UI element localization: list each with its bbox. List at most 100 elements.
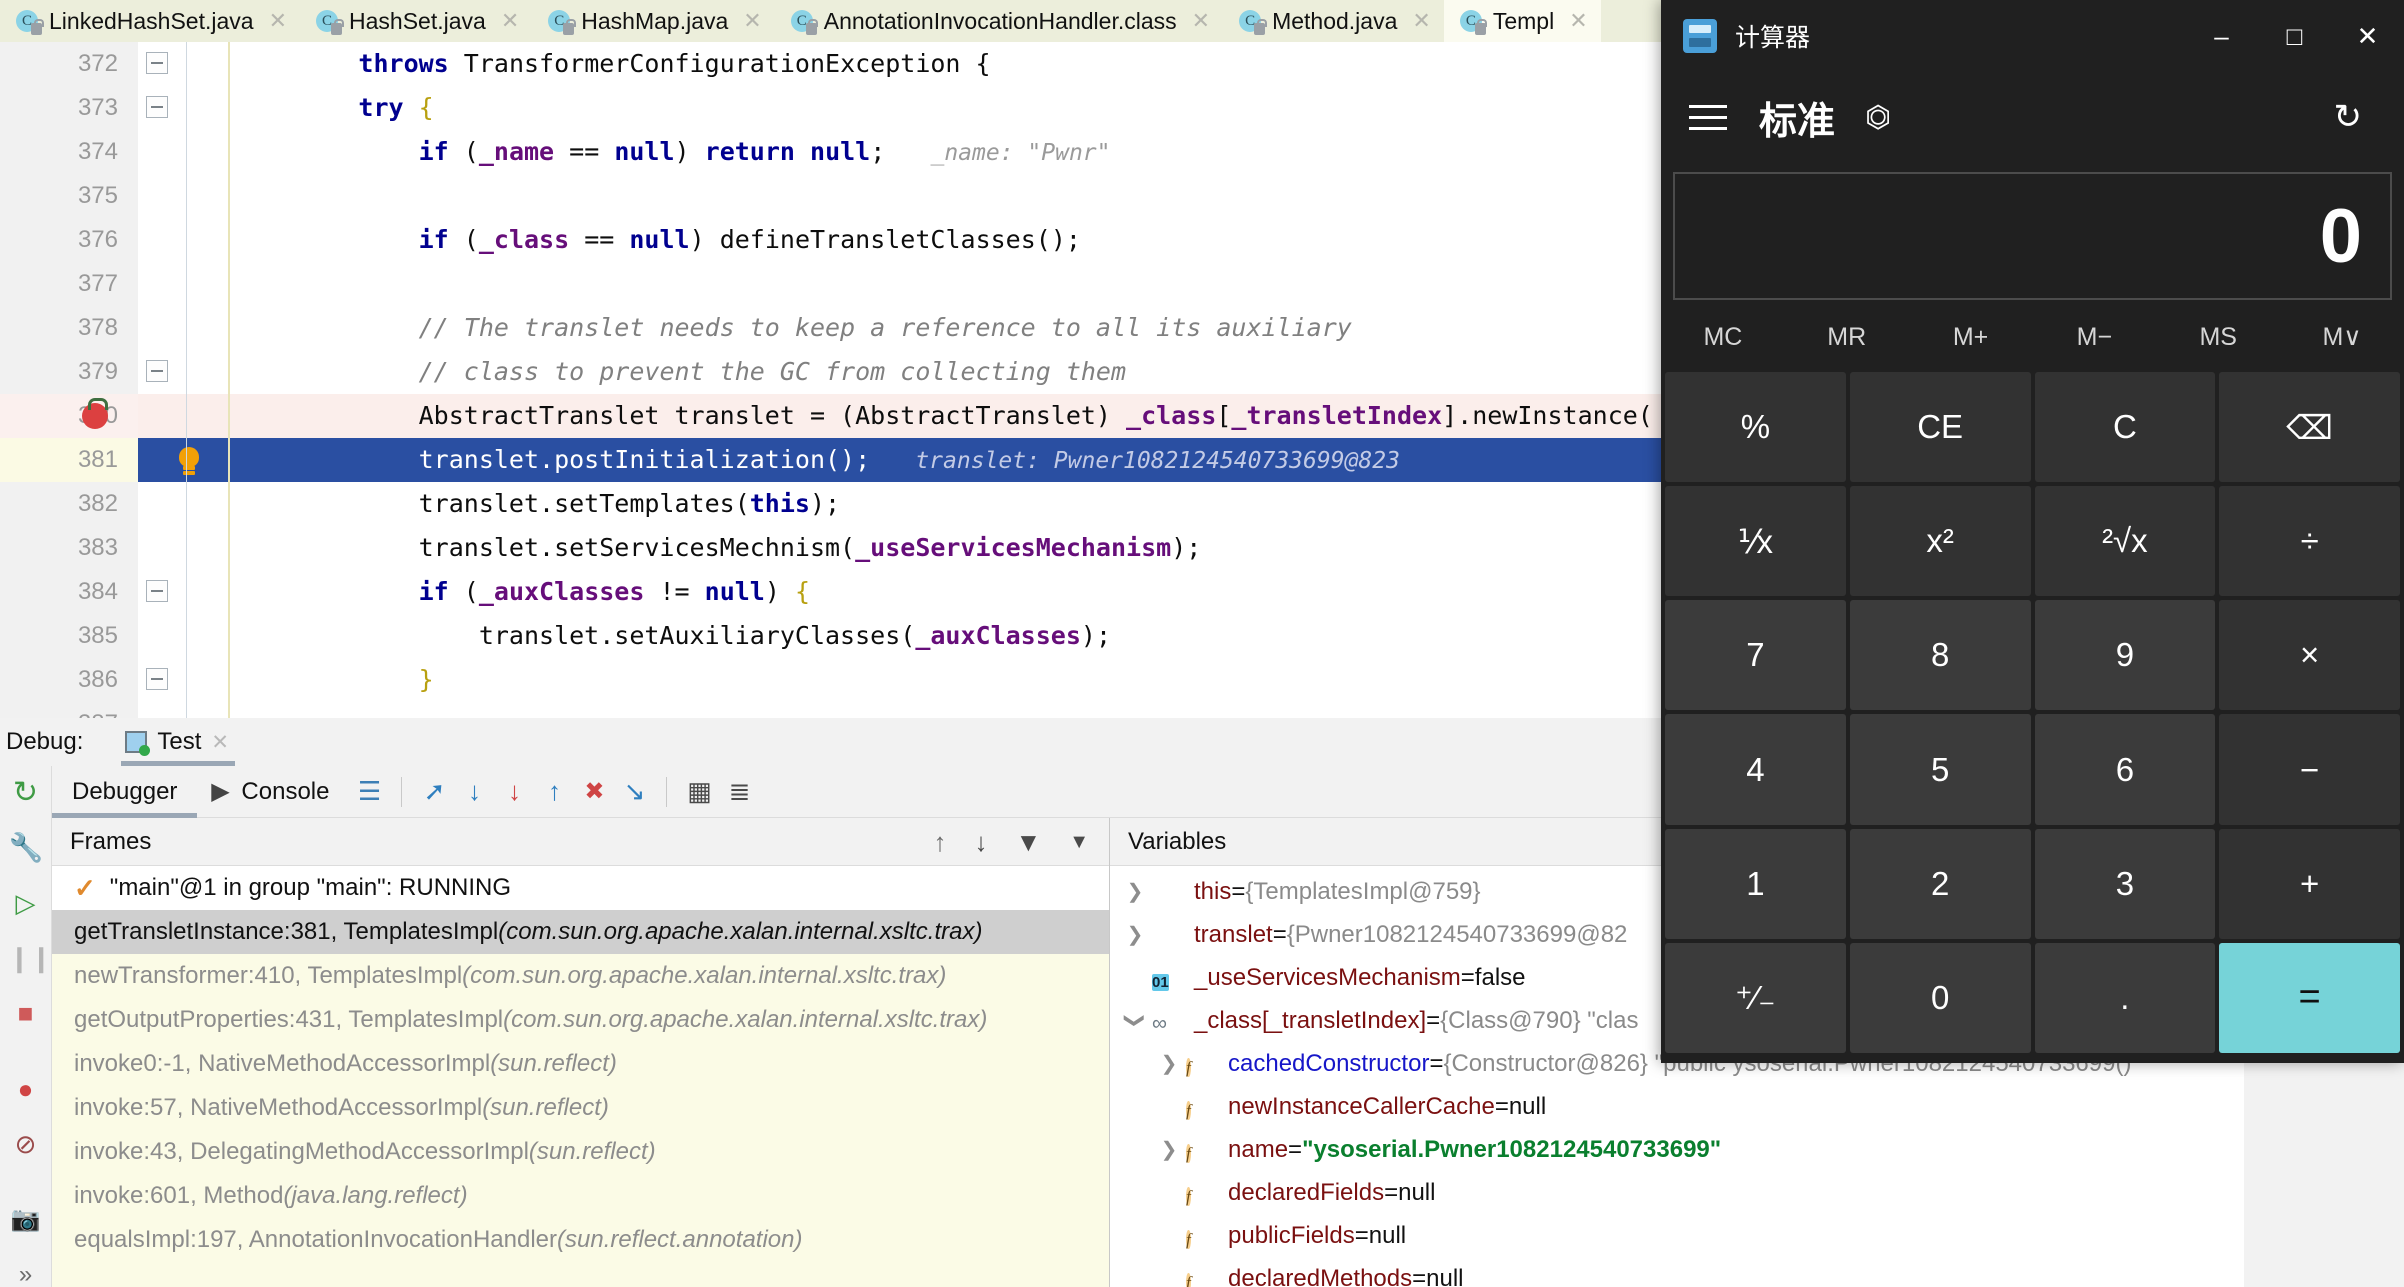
chevron-right-icon[interactable]: ❯ [1118, 879, 1152, 904]
key-reciprocal[interactable]: ⅟x [1665, 486, 1846, 597]
close-icon[interactable]: ✕ [269, 8, 287, 34]
key-two[interactable]: 2 [1849, 828, 2031, 939]
key-six[interactable]: 6 [2034, 714, 2216, 825]
key-eight[interactable]: 8 [1849, 600, 2031, 711]
fold-column[interactable] [138, 482, 186, 526]
key-clear[interactable]: C [2034, 372, 2216, 483]
history-icon[interactable]: ↻ [2334, 97, 2363, 137]
fold-marker-icon[interactable] [146, 360, 168, 382]
fold-column[interactable] [138, 350, 186, 394]
minimize-button[interactable]: – [2185, 0, 2258, 72]
frame-row[interactable]: invoke0:-1, NativeMethodAccessorImpl (su… [52, 1042, 1109, 1086]
key-divide[interactable]: ÷ [2219, 486, 2400, 597]
fold-marker-icon[interactable] [146, 52, 168, 74]
fold-marker-icon[interactable] [146, 96, 168, 118]
fold-column[interactable] [138, 262, 186, 306]
editor-tab-2[interactable]: C HashMap.java ✕ [532, 0, 774, 42]
close-icon[interactable]: ✕ [1192, 8, 1210, 34]
key-three[interactable]: 3 [2034, 828, 2216, 939]
fold-column[interactable] [138, 218, 186, 262]
frame-row[interactable]: equalsImpl:197, AnnotationInvocationHand… [52, 1218, 1109, 1262]
memory-button-mc[interactable]: MC [1661, 323, 1785, 352]
fold-column[interactable] [138, 570, 186, 614]
memory-button-mr[interactable]: MR [1785, 323, 1909, 352]
variable-row[interactable]: ❯ f name = "ysoserial.Pwner108212454073369… [1110, 1128, 2244, 1171]
tab-console[interactable]: Console [237, 766, 349, 818]
down-arrow-icon[interactable]: ↓ [974, 827, 987, 858]
key-five[interactable]: 5 [1849, 714, 2031, 825]
memory-buttons-row[interactable]: MC MR M+ M− MS M∨ [1661, 306, 2404, 368]
pause-icon[interactable]: ❙❙ [9, 941, 53, 975]
drop-frame-icon[interactable]: ✖ [574, 766, 614, 818]
frames-controls[interactable]: ↑ ↓ ▼ ▼ [933, 818, 1089, 866]
memory-button-m[interactable]: M∨ [2280, 322, 2404, 352]
fold-column[interactable] [138, 130, 186, 174]
close-icon[interactable]: ✕ [743, 8, 761, 34]
frame-row[interactable]: newTransformer:410, TemplatesImpl (com.s… [52, 954, 1109, 998]
hamburger-menu-icon[interactable] [1689, 103, 1727, 131]
key-multiply[interactable]: × [2219, 600, 2400, 711]
frame-row[interactable]: getOutputProperties:431, TemplatesImpl (… [52, 998, 1109, 1042]
chevron-right-icon[interactable]: ❯ [1152, 1137, 1186, 1162]
frame-row[interactable]: invoke:57, NativeMethodAccessorImpl (sun… [52, 1086, 1109, 1130]
frames-list[interactable]: getTransletInstance:381, TemplatesImpl (… [52, 910, 1109, 1287]
fold-column[interactable] [138, 42, 186, 86]
fold-column[interactable] [138, 702, 186, 718]
editor-tab-3[interactable]: C AnnotationInvocationHandler.class ✕ [775, 0, 1223, 42]
fold-column[interactable] [138, 658, 186, 702]
key-four[interactable]: 4 [1665, 714, 1846, 825]
layout-icon[interactable]: ☰ [349, 766, 389, 818]
key-nine[interactable]: 9 [2034, 600, 2216, 711]
variable-row[interactable]: f newInstanceCallerCache = null [1110, 1085, 2244, 1128]
calculator-window[interactable]: 计算器 – □ ✕ 标准 ⏣ ↻ 0 MC MR M+ M− MS M∨ % CE C ⌫ ⅟x x… [1661, 0, 2404, 1063]
key-equals[interactable]: = [2219, 942, 2400, 1053]
close-button[interactable]: ✕ [2331, 0, 2404, 72]
view-breakpoints-icon[interactable]: ● [9, 1072, 43, 1106]
step-out-icon[interactable]: ↑ [534, 766, 574, 818]
fold-column[interactable] [138, 614, 186, 658]
key-add[interactable]: + [2219, 828, 2400, 939]
key-negate[interactable]: ⁺⁄₋ [1665, 942, 1846, 1053]
close-icon[interactable]: ✕ [1412, 8, 1430, 34]
calculator-keypad[interactable]: % CE C ⌫ ⅟x x² ²√x ÷ 7 8 9 × 4 5 6− 1 2 3 + ⁺⁄₋ 0. = [1661, 368, 2404, 1063]
settings-list-icon[interactable]: ≣ [719, 766, 759, 818]
fold-column[interactable] [138, 394, 186, 438]
filter-icon[interactable]: ▼ [1015, 827, 1041, 858]
camera-icon[interactable]: 📷 [9, 1203, 43, 1237]
tab-debugger[interactable]: Debugger [52, 766, 198, 818]
memory-button-m[interactable]: M− [2032, 323, 2156, 352]
editor-tab-1[interactable]: C HashSet.java ✕ [300, 0, 532, 42]
key-one[interactable]: 1 [1665, 828, 1846, 939]
memory-button-ms[interactable]: MS [2156, 323, 2280, 352]
frame-row[interactable]: getTransletInstance:381, TemplatesImpl (… [52, 910, 1109, 954]
key-percent[interactable]: % [1665, 372, 1846, 483]
key-square[interactable]: x² [1849, 486, 2031, 597]
rerun-icon[interactable]: ↻ [9, 776, 43, 810]
settings-wrench-icon[interactable]: 🔧 [9, 831, 44, 865]
evaluate-expression-icon[interactable]: ▦ [679, 766, 719, 818]
fold-column[interactable] [138, 526, 186, 570]
thread-row[interactable]: ✓ "main"@1 in group "main": RUNNING [52, 866, 1109, 910]
fold-marker-icon[interactable] [146, 668, 168, 690]
key-subtract[interactable]: − [2219, 714, 2400, 825]
close-icon[interactable]: ✕ [1569, 8, 1587, 34]
fold-marker-icon[interactable] [146, 580, 168, 602]
key-seven[interactable]: 7 [1665, 600, 1846, 711]
close-icon[interactable]: ✕ [211, 730, 229, 755]
window-buttons[interactable]: – □ ✕ [2185, 0, 2404, 72]
chevron-right-icon[interactable]: ❯ [1118, 922, 1152, 947]
editor-tab-5[interactable]: C Templ ✕ [1443, 0, 1601, 42]
maximize-button[interactable]: □ [2258, 0, 2331, 72]
intention-bulb-icon[interactable] [176, 447, 202, 473]
debug-left-rail[interactable]: ↻ 🔧 ▷ ❙❙ ■ ● ⊘ 📷 » [0, 766, 52, 1287]
key-clear-entry[interactable]: CE [1849, 372, 2031, 483]
debug-session-tab[interactable]: Test ✕ [121, 718, 236, 766]
fold-column[interactable] [138, 86, 186, 130]
force-step-into-icon[interactable]: ➚ [414, 766, 454, 818]
more-icon[interactable]: » [9, 1258, 43, 1287]
chevron-down-icon[interactable]: ❯ [1123, 1004, 1148, 1038]
chevron-down-icon[interactable]: ▼ [1069, 831, 1089, 854]
fold-column[interactable] [138, 174, 186, 218]
variable-row[interactable]: f declaredMethods = null [1110, 1257, 2244, 1287]
editor-tab-0[interactable]: C LinkedHashSet.java ✕ [0, 0, 300, 42]
